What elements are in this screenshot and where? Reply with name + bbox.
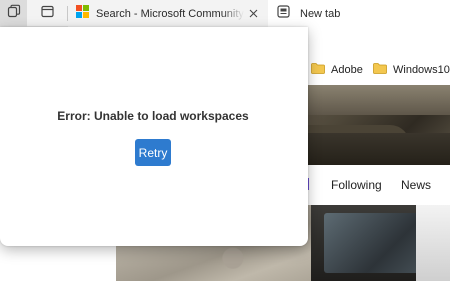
retry-button[interactable]: Retry — [135, 139, 171, 166]
folder-icon — [373, 63, 387, 77]
favorite-windows10[interactable]: Windows10 — [373, 63, 450, 77]
tab-strip: Search - Microsoft Community H New tab — [0, 0, 450, 27]
workspaces-popup: Error: Unable to load workspaces Retry — [0, 27, 308, 246]
tab-new-tab[interactable]: New tab — [268, 0, 450, 27]
tab-actions-button[interactable] — [35, 0, 59, 27]
workspaces-icon — [7, 4, 21, 23]
workspaces-button[interactable] — [0, 0, 27, 27]
folder-icon — [311, 63, 325, 77]
favorite-label: Adobe — [331, 64, 363, 76]
tab-title: Search - Microsoft Community H — [96, 7, 244, 20]
tab-search-microsoft-community[interactable]: Search - Microsoft Community H — [68, 0, 268, 27]
tab-actions-icon — [40, 5, 54, 23]
nav-following[interactable]: Following — [331, 178, 382, 192]
new-tab-icon — [277, 4, 290, 23]
nav-news[interactable]: News — [401, 178, 431, 192]
error-message: Error: Unable to load workspaces — [57, 109, 249, 123]
close-icon — [249, 5, 258, 23]
favorite-label: Windows10 — [393, 64, 450, 76]
microsoft-logo-icon — [76, 4, 89, 23]
close-tab-button[interactable] — [246, 6, 261, 21]
tab-title: New tab — [300, 7, 341, 20]
favorite-adobe[interactable]: Adobe — [311, 63, 363, 77]
